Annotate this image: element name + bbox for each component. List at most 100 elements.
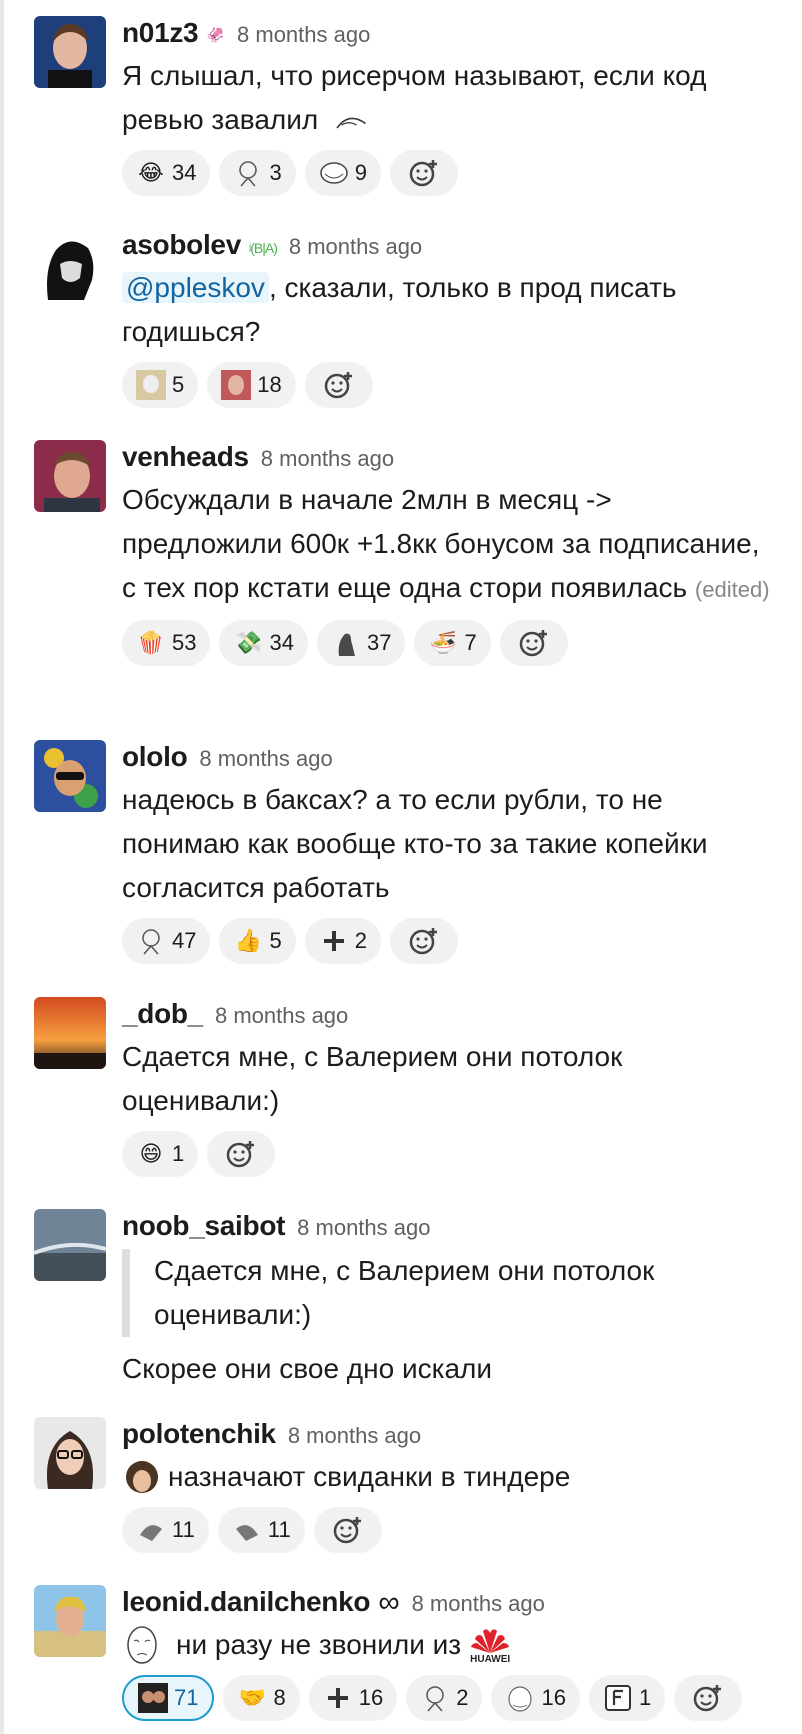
reaction-hide-pain[interactable]: 18 xyxy=(207,362,296,408)
timestamp[interactable]: 8 months ago xyxy=(412,1589,545,1619)
avatar[interactable] xyxy=(34,228,106,300)
avatar[interactable] xyxy=(34,16,106,88)
username[interactable]: ololo xyxy=(122,740,188,774)
f-key-icon xyxy=(604,1685,631,1711)
avatar[interactable] xyxy=(34,440,106,512)
left-border xyxy=(0,0,4,1734)
add-emoji-icon xyxy=(324,372,352,399)
reaction-ramen[interactable]: 🍜 7 xyxy=(414,620,491,666)
username[interactable]: n01z3 xyxy=(122,16,199,50)
message-text: @ppleskov, сказали, только в прод писать… xyxy=(122,272,677,347)
add-emoji-icon xyxy=(409,928,437,955)
reaction-joy[interactable]: 😂 34 xyxy=(122,150,211,196)
add-emoji-icon xyxy=(409,160,437,187)
avatar[interactable] xyxy=(34,740,106,812)
add-reaction-button[interactable] xyxy=(389,150,458,196)
reaction-old-man[interactable]: 5 xyxy=(122,362,199,408)
smile-icon: 😄 xyxy=(139,1141,163,1166)
okay-face-icon xyxy=(127,1626,157,1664)
huawei-logo-icon: HUAWEI xyxy=(469,1625,511,1665)
status-emoji: 🦑 xyxy=(206,27,226,44)
reactions: 47 👍 5 2 xyxy=(122,918,778,964)
avatar[interactable] xyxy=(34,997,106,1069)
parrot-icon xyxy=(235,1525,258,1541)
message-text: ни разу не звонили из HUAWEI xyxy=(122,1623,778,1667)
rage-guy-icon xyxy=(239,161,258,187)
reactions: 🍿 53 💸 34 37 🍜 7 xyxy=(122,620,778,666)
username[interactable]: _dob_ xyxy=(122,997,203,1031)
rage-guy-icon xyxy=(142,929,160,955)
parrot-icon xyxy=(140,1525,162,1541)
troll-face-icon xyxy=(319,162,348,184)
avatar[interactable] xyxy=(34,1209,106,1281)
reaction-parrot[interactable]: 11 xyxy=(122,1507,209,1553)
message-text: Я слышал, что рисерчом называют, если ко… xyxy=(122,60,707,135)
old-man-icon xyxy=(136,370,166,400)
reaction-thumbsup[interactable]: 👍 5 xyxy=(219,918,296,964)
user-mention[interactable]: @ppleskov xyxy=(122,272,269,303)
message-text: Сдается мне, с Валерием они потолок оцен… xyxy=(122,1041,623,1116)
hide-pain-icon xyxy=(221,370,252,400)
photo-icon xyxy=(138,1683,168,1713)
username[interactable]: polotenchik xyxy=(122,1417,276,1451)
reaction-sketch[interactable]: 16 xyxy=(491,1675,580,1721)
reactions: 😄 1 xyxy=(122,1131,778,1177)
reaction-handshake[interactable]: 🤝 8 xyxy=(223,1675,300,1721)
add-emoji-icon xyxy=(519,630,547,657)
username[interactable]: noob_saibot xyxy=(122,1209,285,1243)
message-text: надеюсь в баксах? а то если рубли, то не… xyxy=(122,784,708,903)
add-reaction-button[interactable] xyxy=(313,1507,382,1553)
timestamp[interactable]: 8 months ago xyxy=(297,1213,430,1243)
reaction-f-key[interactable]: 1 xyxy=(588,1675,666,1721)
timestamp[interactable]: 8 months ago xyxy=(215,1001,348,1031)
reaction-plus[interactable]: 16 xyxy=(308,1675,398,1721)
reactions: 11 11 xyxy=(122,1507,778,1553)
thumbsup-icon: 👍 xyxy=(234,928,263,953)
avatar[interactable] xyxy=(34,1585,106,1657)
add-emoji-icon xyxy=(333,1517,361,1544)
reaction-rage-guy[interactable]: 3 xyxy=(219,150,296,196)
plus-icon xyxy=(323,931,344,951)
quote-text: Сдается мне, с Валерием они потолок оцен… xyxy=(154,1255,655,1330)
blockquote: Сдается мне, с Валерием они потолок оцен… xyxy=(122,1249,778,1337)
timestamp[interactable]: 8 months ago xyxy=(237,20,370,50)
reaction-rage-guy[interactable]: 2 xyxy=(406,1675,483,1721)
reaction-plus[interactable]: 2 xyxy=(304,918,381,964)
add-reaction-button[interactable] xyxy=(389,918,458,964)
status-emoji: ∞ xyxy=(378,1586,400,1619)
add-reaction-button[interactable] xyxy=(499,620,568,666)
message-text: Скорее они свое дно искали xyxy=(122,1353,493,1384)
timestamp[interactable]: 8 months ago xyxy=(289,232,422,262)
add-reaction-button[interactable] xyxy=(207,1131,276,1177)
reaction-photo[interactable]: 71 xyxy=(122,1675,215,1721)
reaction-smile[interactable]: 😄 1 xyxy=(122,1131,199,1177)
reaction-money[interactable]: 💸 34 xyxy=(219,620,308,666)
status-emoji: ʲ(B|A) xyxy=(248,240,278,256)
reaction-troll-face[interactable]: 9 xyxy=(304,150,381,196)
joy-icon: 😂 xyxy=(138,160,164,185)
username[interactable]: asobolev xyxy=(122,228,241,262)
reaction-seal[interactable]: 37 xyxy=(316,620,406,666)
timestamp[interactable]: 8 months ago xyxy=(261,444,394,474)
plus-icon xyxy=(327,1688,348,1708)
add-reaction-button[interactable] xyxy=(304,362,373,408)
add-reaction-button[interactable] xyxy=(674,1675,743,1721)
username[interactable]: leonid.danilchenko xyxy=(122,1585,370,1619)
sketch-icon xyxy=(508,1686,533,1712)
seal-icon xyxy=(338,633,355,656)
avatar[interactable] xyxy=(34,1417,106,1489)
troll-face-icon xyxy=(336,117,366,129)
add-emoji-icon xyxy=(693,1685,722,1712)
timestamp[interactable]: 8 months ago xyxy=(199,744,332,774)
reaction-rage-guy[interactable]: 47 xyxy=(122,918,211,964)
edited-label: (edited) xyxy=(694,577,770,602)
reactions: 71 🤝 8 16 2 16 1 xyxy=(122,1675,778,1721)
reaction-parrot-2[interactable]: 11 xyxy=(217,1507,305,1553)
add-emoji-icon xyxy=(227,1141,255,1168)
rage-guy-icon xyxy=(426,1686,444,1712)
handshake-icon: 🤝 xyxy=(238,1685,267,1710)
username[interactable]: venheads xyxy=(122,440,249,474)
money-icon: 💸 xyxy=(234,630,263,655)
reaction-popcorn[interactable]: 🍿 53 xyxy=(122,620,211,666)
timestamp[interactable]: 8 months ago xyxy=(288,1421,421,1451)
